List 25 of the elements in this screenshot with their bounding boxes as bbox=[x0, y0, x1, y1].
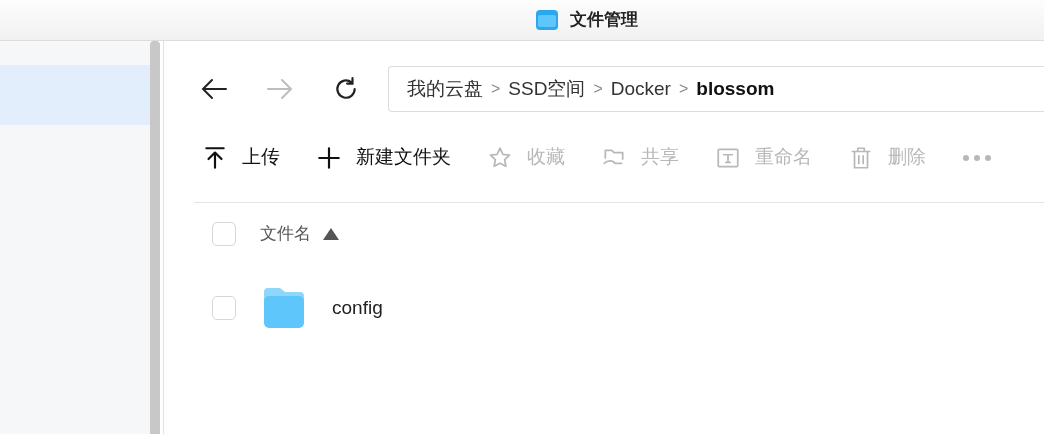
back-arrow-icon bbox=[200, 77, 228, 101]
toolbar-button[interactable]: 新建文件夹 bbox=[316, 143, 451, 172]
breadcrumb-separator: > bbox=[678, 79, 689, 99]
trash-icon bbox=[848, 144, 874, 171]
checkbox[interactable] bbox=[212, 296, 236, 320]
checkbox[interactable] bbox=[212, 222, 236, 246]
sidebar-item[interactable] bbox=[0, 65, 150, 125]
window-title: 文件管理 bbox=[570, 9, 638, 32]
forward-arrow-icon bbox=[266, 77, 294, 101]
scrollbar[interactable] bbox=[150, 41, 160, 434]
upload-icon bbox=[202, 144, 228, 171]
toolbar-button[interactable]: 上传 bbox=[202, 143, 280, 172]
breadcrumb-link[interactable]: 我的云盘 bbox=[407, 74, 483, 104]
refresh-icon bbox=[333, 76, 359, 102]
breadcrumb-link[interactable]: SSD空间 bbox=[508, 74, 586, 104]
column-header[interactable]: 文件名 bbox=[260, 221, 339, 247]
breadcrumb-separator: > bbox=[491, 79, 501, 99]
file-name[interactable]: config bbox=[332, 293, 383, 323]
folder-icon bbox=[536, 10, 558, 30]
plus-icon bbox=[316, 144, 342, 171]
breadcrumb-separator: > bbox=[593, 79, 603, 99]
more-icon bbox=[962, 153, 992, 162]
breadcrumb-link[interactable]: blossom bbox=[696, 74, 775, 104]
folder-icon bbox=[262, 286, 306, 330]
breadcrumb-link[interactable]: Docker bbox=[610, 74, 671, 104]
